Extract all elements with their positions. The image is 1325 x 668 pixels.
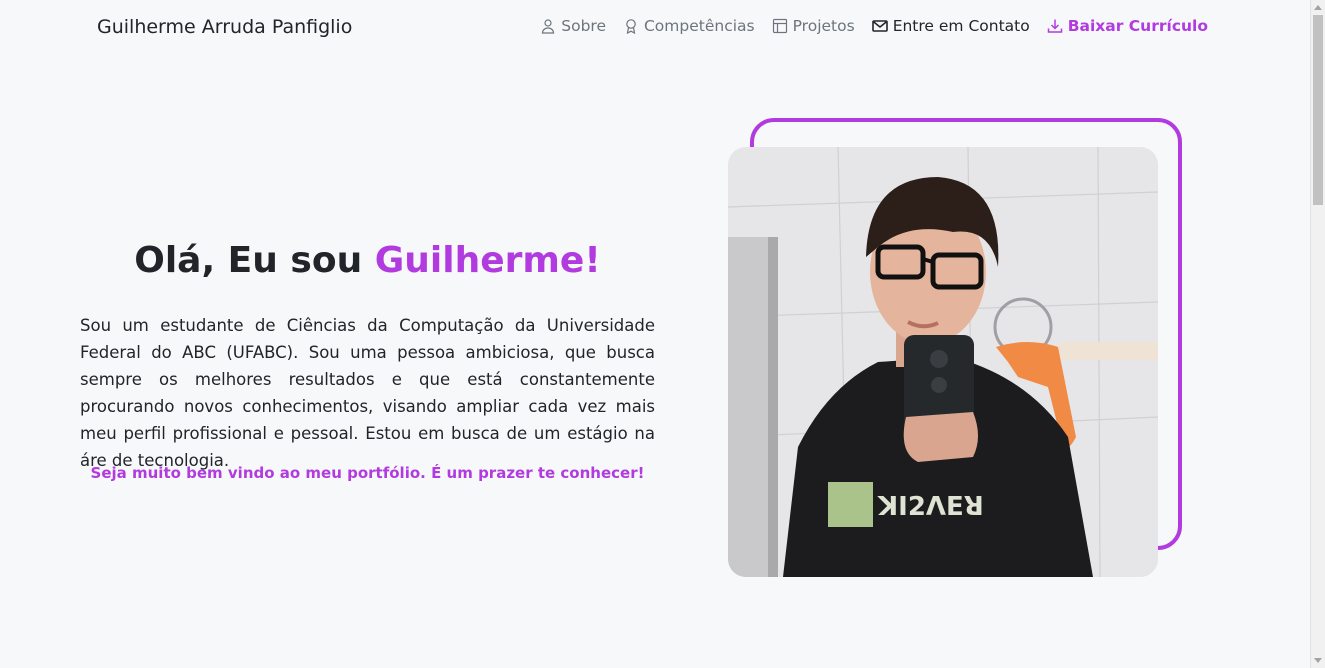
navbar: Guilherme Arruda Panfiglio Sobre Competê… — [0, 0, 1310, 58]
nav-menu: Sobre Competências Projetos Entre em Con… — [540, 17, 1208, 35]
scroll-thumb[interactable] — [1313, 15, 1323, 205]
person-icon — [542, 19, 555, 34]
nav-item-label: Baixar Currículo — [1067, 17, 1208, 35]
nav-item-competencias[interactable]: Competências — [623, 17, 755, 35]
scroll-up-icon[interactable] — [1314, 5, 1322, 10]
profile-photo: ꓘI2ΛEꓤ — [728, 147, 1158, 577]
page: Guilherme Arruda Panfiglio Sobre Competê… — [0, 0, 1325, 668]
nav-item-projetos[interactable]: Projetos — [772, 17, 855, 35]
envelope-icon — [871, 20, 888, 32]
layout-icon — [772, 18, 787, 34]
download-cv-button[interactable]: Baixar Currículo — [1047, 17, 1208, 35]
welcome-text: Seja muito bem vindo ao meu portfólio. É… — [90, 464, 645, 482]
hero-name: Guilherme! — [374, 240, 601, 281]
nav-item-label: Entre em Contato — [892, 17, 1030, 35]
nav-item-label: Sobre — [561, 17, 606, 35]
award-icon — [626, 19, 636, 34]
hero-greeting: Olá, Eu sou — [134, 240, 375, 281]
nav-item-label: Competências — [643, 17, 755, 35]
brand-link[interactable]: Guilherme Arruda Panfiglio — [97, 16, 352, 38]
download-icon — [1047, 19, 1062, 33]
svg-text:ꓘI2ΛEꓤ: ꓘI2ΛEꓤ — [877, 492, 984, 522]
welcome-message: Seja muito bem vindo ao meu portfólio. É… — [80, 462, 655, 484]
scrollbar[interactable] — [1310, 0, 1325, 668]
hero-title: Olá, Eu sou Guilherme! — [80, 240, 655, 281]
scroll-down-icon[interactable] — [1314, 658, 1322, 663]
nav-item-contato[interactable]: Entre em Contato — [871, 17, 1030, 35]
arrow-down-icon — [654, 472, 655, 474]
hero-description: Sou um estudante de Ciências da Computaç… — [80, 316, 655, 470]
nav-item-sobre[interactable]: Sobre — [540, 17, 606, 35]
nav-item-label: Projetos — [792, 17, 855, 35]
arrow-down-icon — [80, 472, 81, 474]
